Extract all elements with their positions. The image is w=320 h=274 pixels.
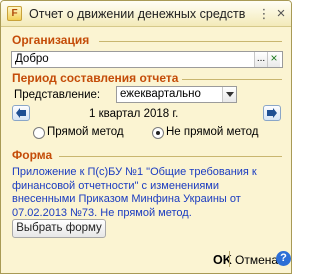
chevron-down-icon[interactable] bbox=[222, 87, 236, 102]
help-icon[interactable]: ? bbox=[276, 251, 291, 266]
title-bar: F Отчет о движении денежных средств ⋮ × bbox=[1, 1, 291, 27]
form-description: Приложение к П(с)БУ №1 "Общие требования… bbox=[12, 166, 284, 220]
next-period-button[interactable] bbox=[263, 105, 281, 121]
indirect-method-radio[interactable] bbox=[152, 127, 164, 139]
representation-label: Представление: bbox=[14, 89, 101, 101]
form-description-line: внесенными Приказом Минфина Украины от bbox=[12, 193, 241, 205]
arrow-left-icon bbox=[16, 108, 26, 118]
organization-divider bbox=[99, 41, 282, 42]
form-description-line: 07.02.2013 №73. Не прямой метод. bbox=[12, 206, 192, 219]
period-text: 1 квартал 2018 г. bbox=[89, 108, 179, 120]
organization-select-button[interactable]: ... bbox=[254, 52, 267, 67]
organization-value: Добро bbox=[15, 53, 49, 65]
app-icon: F bbox=[7, 6, 22, 21]
form-description-line: финансовой отчетности" с изменениями bbox=[12, 179, 220, 192]
form-divider bbox=[59, 156, 282, 157]
direct-method-label[interactable]: Прямой метод bbox=[47, 126, 124, 138]
report-window: F Отчет о движении денежных средств ⋮ × … bbox=[0, 0, 292, 274]
form-section-title: Форма bbox=[12, 148, 53, 162]
organization-section-title: Организация bbox=[12, 33, 90, 47]
form-description-line: Приложение к П(с)БУ №1 "Общие требования… bbox=[12, 166, 257, 178]
organization-field[interactable]: Добро ... × bbox=[11, 51, 283, 68]
choose-form-button[interactable]: Выбрать форму bbox=[12, 219, 106, 238]
close-icon[interactable]: × bbox=[274, 6, 288, 21]
previous-period-button[interactable] bbox=[12, 105, 30, 121]
footer-separator bbox=[229, 251, 230, 267]
menu-icon[interactable]: ⋮ bbox=[257, 7, 271, 21]
window-title: Отчет о движении денежных средств bbox=[29, 7, 246, 21]
cancel-button[interactable]: Отмена bbox=[235, 253, 278, 267]
direct-method-radio[interactable] bbox=[33, 127, 45, 139]
indirect-method-label[interactable]: Не прямой метод bbox=[166, 126, 258, 138]
representation-select[interactable]: ежеквартально bbox=[116, 86, 237, 103]
arrow-right-icon bbox=[267, 108, 277, 118]
organization-clear-button[interactable]: × bbox=[267, 52, 280, 67]
representation-value: ежеквартально bbox=[120, 88, 201, 100]
period-divider bbox=[182, 79, 282, 80]
period-section-title: Период составления отчета bbox=[12, 71, 179, 85]
